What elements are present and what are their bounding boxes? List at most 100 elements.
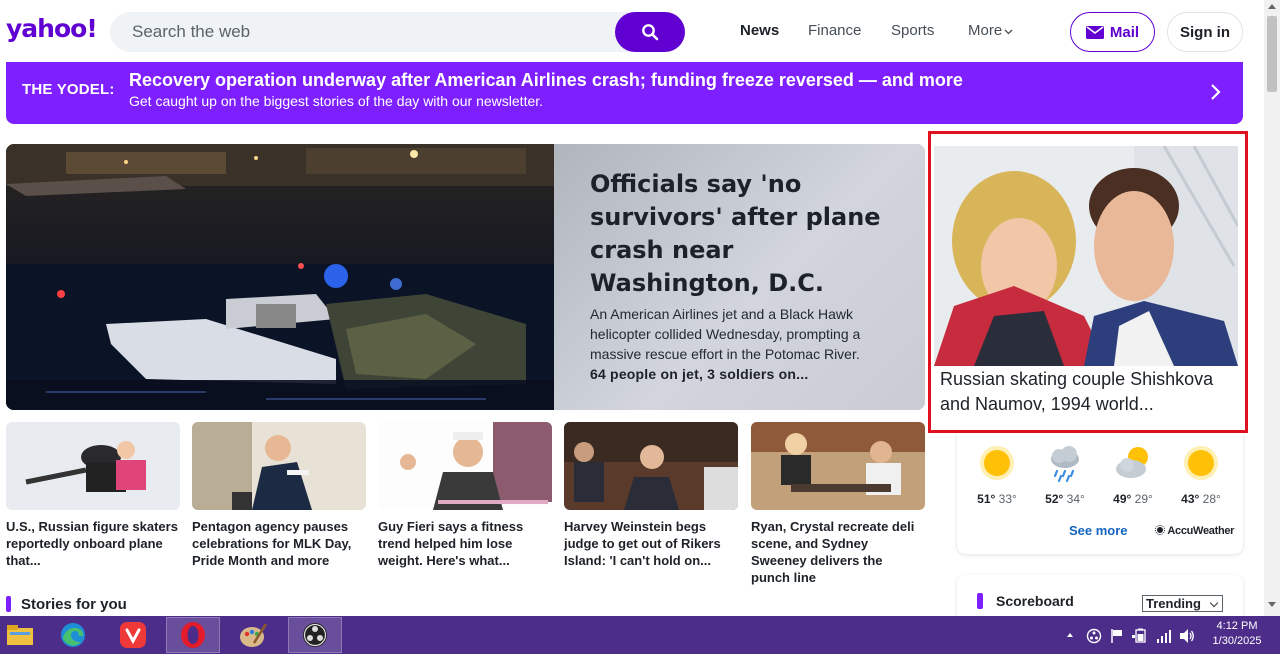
yodel-tag: THE YODEL: [22,81,115,98]
nav-more[interactable]: More [968,22,1013,39]
weather-day[interactable]: 52° 34° [1037,443,1093,506]
hero-description: An American Airlines jet and a Black Haw… [590,306,861,362]
taskbar-obs[interactable] [288,617,342,653]
featured-image-skating-couple [934,146,1238,366]
nav-finance[interactable]: Finance [808,22,861,39]
story-card-headline: Guy Fieri says a fitness trend helped hi… [378,519,524,568]
tray-app-icon[interactable] [1086,628,1102,644]
search-bar [110,12,685,52]
weather-day[interactable]: 43° 28° [1173,443,1229,506]
story-card[interactable]: Guy Fieri says a fitness trend helped hi… [378,422,552,569]
temp-low: 33° [998,492,1017,506]
opera-browser-icon [181,622,205,648]
taskbar-opera[interactable] [166,617,220,653]
hero-story[interactable]: Officials say 'no survivors' after plane… [6,144,925,410]
temp-low: 34° [1066,492,1085,506]
story-card-image [751,422,925,510]
sun-icon [1184,446,1218,480]
nav-sports[interactable]: Sports [891,22,934,39]
clock-time: 4:12 PM [1216,620,1258,632]
weather-temps: 52° 34° [1037,492,1093,506]
tray-volume-icon[interactable] [1179,628,1195,644]
top-header: yahoo! News Finance Sports More Mail Sig… [0,0,1264,64]
story-card[interactable]: Ryan, Crystal recreate deli scene, and S… [751,422,925,586]
scoreboard-filter-select[interactable]: Trending [1142,595,1223,612]
temp-high: 43° [1181,492,1200,506]
folder-icon [7,625,33,645]
temp-high: 51° [977,492,996,506]
rain-cloud-icon [1051,446,1079,483]
nav-more-label: More [968,22,1003,39]
sun-icon [980,446,1014,480]
obs-studio-icon [303,623,327,647]
scoreboard-widget: Scoreboard Trending [957,575,1243,616]
tray-network-icon[interactable] [1156,628,1172,644]
accuweather-label: AccuWeather [1167,525,1235,537]
hero-headline[interactable]: Officials say 'no survivors' after plane… [590,168,900,300]
sign-in-button[interactable]: Sign in [1167,12,1243,52]
temp-high: 52° [1045,492,1064,506]
scroll-up-arrow-icon[interactable] [1268,4,1276,9]
yahoo-logo[interactable]: yahoo! [6,14,98,43]
clock-date: 1/30/2025 [1212,635,1262,647]
taskbar-paint[interactable] [226,617,280,653]
weather-day[interactable]: 49° 29° [1105,443,1161,506]
story-card-image [6,422,180,510]
hero-more-link[interactable]: 64 people on jet, 3 soldiers on... [590,366,808,382]
tray-overflow-chevron-icon[interactable] [1066,632,1074,638]
weather-temps: 43° 28° [1173,492,1229,506]
temp-low: 28° [1202,492,1221,506]
mail-button[interactable]: Mail [1070,12,1155,52]
story-card-image [192,422,366,510]
windows-taskbar [0,616,1280,654]
weather-temps: 51° 33° [969,492,1025,506]
mail-icon [1085,25,1104,39]
temp-high: 49° [1113,492,1132,506]
temp-low: 29° [1134,492,1153,506]
tray-flag-icon[interactable] [1110,628,1124,644]
story-card-image [564,422,738,510]
taskbar-clock[interactable]: 4:12 PM 1/30/2025 [1202,619,1272,649]
featured-caption: Russian skating couple Shishkova and Nau… [940,369,1214,414]
vivaldi-browser-icon [120,622,146,648]
story-card[interactable]: Harvey Weinstein begs judge to get out o… [564,422,738,569]
search-input[interactable] [132,12,602,52]
scrollbar-thumb[interactable] [1267,16,1277,92]
accuweather-sun-icon [1155,525,1165,535]
scoreboard-title: Scoreboard [996,593,1074,609]
taskbar-vivaldi[interactable] [106,617,160,653]
yodel-title: Recovery operation underway after Americ… [129,70,963,90]
taskbar-edge[interactable] [46,617,100,653]
mail-label: Mail [1109,23,1140,41]
story-card[interactable]: U.S., Russian figure skaters reportedly … [6,422,180,569]
nav-news[interactable]: News [740,22,779,39]
scoreboard-accent-bar [977,593,983,609]
weather-widget: 51° 33° 52° 34° 49° 29° 43° 28° See more… [957,433,1243,554]
tray-battery-icon[interactable] [1132,628,1150,644]
accuweather-logo[interactable]: AccuWeather [1155,525,1234,537]
story-card-headline: Pentagon agency pauses celebrations for … [192,519,352,568]
edge-browser-icon [61,623,85,647]
chevron-right-icon[interactable] [1206,82,1226,102]
story-card[interactable]: Pentagon agency pauses celebrations for … [192,422,366,569]
story-card-headline: U.S., Russian figure skaters reportedly … [6,519,178,568]
weather-day[interactable]: 51° 33° [969,443,1025,506]
yodel-newsletter-banner[interactable]: THE YODEL: Recovery operation underway a… [6,62,1243,124]
weather-temps: 49° 29° [1105,492,1161,506]
featured-story-card[interactable]: Russian skating couple Shishkova and Nau… [928,131,1248,433]
search-icon [642,24,659,41]
stories-accent-bar [6,596,11,612]
story-card-image [378,422,552,510]
search-button[interactable] [615,12,685,52]
story-card-headline: Harvey Weinstein begs judge to get out o… [564,519,721,568]
scroll-down-arrow-icon[interactable] [1268,602,1276,607]
taskbar-file-explorer[interactable] [0,617,40,653]
weather-see-more-link[interactable]: See more [1069,523,1128,538]
page-scrollbar[interactable] [1264,0,1280,616]
hero-text-panel: Officials say 'no survivors' after plane… [554,144,925,410]
paint-palette-icon [240,623,268,647]
hero-image-plane-crash [6,144,554,410]
chevron-down-icon [1004,29,1013,35]
story-card-headline: Ryan, Crystal recreate deli scene, and S… [751,519,915,585]
yodel-subtitle: Get caught up on the biggest stories of … [129,93,544,109]
